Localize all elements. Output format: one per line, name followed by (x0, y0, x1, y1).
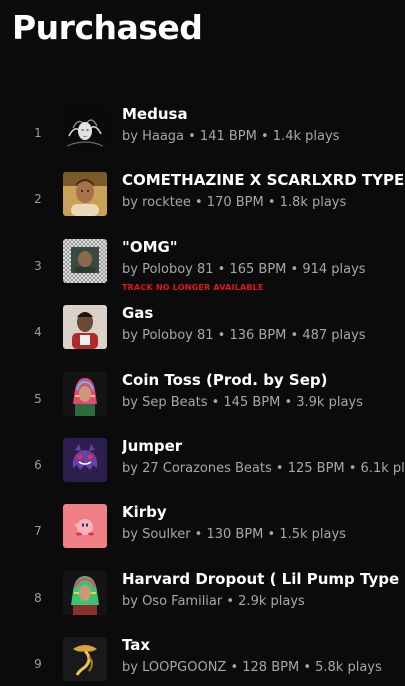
track-meta: by Haaga • 141 BPM • 1.4k plays (122, 129, 340, 144)
track-row-3[interactable]: 3 "OMG" by Poloboy 81 • 165 BPM • 914 pl… (0, 238, 405, 305)
track-info: Harvard Dropout ( Lil Pump Type Beat ) b… (122, 571, 405, 611)
track-meta: by Sep Beats • 145 BPM • 3.9k plays (122, 394, 363, 410)
track-info: Coin Toss (Prod. by Sep) by Sep Beats • … (122, 372, 405, 412)
track-info: Tax by LOOPGOONZ • 128 BPM • 5.8k plays (122, 637, 405, 677)
track-rank: 2 (34, 192, 42, 207)
track-meta: by Poloboy 81 • 136 BPM • 487 plays (122, 328, 366, 344)
track-title[interactable]: Coin Toss (Prod. by Sep) (122, 372, 405, 390)
track-row-7[interactable]: 7 Kirby by Soulker • 130 BPM • 1.5k play… (0, 504, 405, 570)
track-rank: 6 (34, 457, 42, 472)
track-title[interactable]: "OMG" (122, 239, 405, 257)
kirby-artwork[interactable] (63, 504, 107, 549)
track-list: 1 Medusa by Haaga • 141 BPM • 1.4k plays… (0, 106, 405, 686)
track-info: Kirby by Soulker • 130 BPM • 1.5k plays (122, 504, 405, 544)
track-row-1[interactable]: 1 Medusa by Haaga • 141 BPM • 1.4k plays (0, 106, 405, 172)
track-rank: 8 (34, 590, 42, 605)
medusa-statue-artwork[interactable] (63, 106, 107, 150)
track-row-9[interactable]: 9 Tax by LOOPGOONZ • 128 BPM • 5.8k play… (0, 637, 405, 686)
track-title[interactable]: Kirby (122, 504, 405, 522)
track-title[interactable]: COMETHAZINE X SCARLXRD TYPE BEAT (122, 172, 405, 190)
track-rank: 3 (34, 258, 42, 273)
track-row-8[interactable]: 8 Harvard Dropout ( Lil Pump Type Beat )… (0, 570, 405, 637)
track-rank: 1 (34, 126, 42, 140)
purple-ghost-artwork[interactable] (63, 437, 107, 482)
track-row-5[interactable]: 5 Coin Toss (Prod. by Sep) by Sep Beats … (0, 371, 405, 438)
page-title: Purchased (12, 8, 203, 47)
track-title[interactable]: Jumper (122, 438, 405, 456)
track-row-2[interactable]: 2 COMETHAZINE X SCARLXRD TYPE BEAT by ro… (0, 172, 405, 238)
track-info: Medusa by Haaga • 141 BPM • 1.4k plays (122, 106, 405, 146)
track-title[interactable]: Medusa (122, 106, 405, 124)
track-title[interactable]: Tax (122, 637, 405, 655)
track-meta: by rocktee • 170 BPM • 1.8k plays (122, 195, 347, 211)
track-meta: by LOOPGOONZ • 128 BPM • 5.8k plays (122, 660, 382, 676)
artist-photo-artwork[interactable] (63, 305, 107, 350)
track-info: "OMG" by Poloboy 81 • 165 BPM • 914 play… (122, 239, 405, 292)
track-rank: 5 (34, 391, 42, 406)
track-rank: 4 (34, 325, 42, 340)
track-meta: by 27 Corazones Beats • 125 BPM • 6.1k p… (122, 460, 405, 476)
track-info: Gas by Poloboy 81 • 136 BPM • 487 plays (122, 305, 405, 345)
rainbow-hair-artwork[interactable] (63, 570, 107, 615)
track-rank: 9 (34, 657, 42, 672)
track-row-4[interactable]: 4 Gas by Poloboy 81 • 136 BPM • 487 play… (0, 305, 405, 371)
track-rank: 7 (34, 524, 42, 539)
track-meta: by Oso Familiar • 2.9k plays (122, 593, 305, 609)
track-info: Jumper by 27 Corazones Beats • 125 BPM •… (122, 438, 405, 478)
track-row-6[interactable]: 6 Jumper by 27 Corazones Beats • 125 BPM… (0, 437, 405, 504)
track-meta: by Soulker • 130 BPM • 1.5k plays (122, 527, 346, 543)
track-title[interactable]: Harvard Dropout ( Lil Pump Type Beat ) (122, 571, 405, 589)
track-title[interactable]: Gas (122, 305, 405, 323)
patterned-artwork[interactable] (63, 238, 107, 283)
track-unavailable-warning: TRACK NO LONGER AVAILABLE (122, 282, 264, 292)
track-meta: by Poloboy 81 • 165 BPM • 914 plays (122, 261, 366, 277)
track-info: COMETHAZINE X SCARLXRD TYPE BEAT by rock… (122, 172, 405, 212)
artist-photo-artwork[interactable] (63, 172, 107, 217)
rainbow-hair-artwork[interactable] (63, 371, 107, 416)
gold-logo-artwork[interactable] (63, 637, 107, 682)
